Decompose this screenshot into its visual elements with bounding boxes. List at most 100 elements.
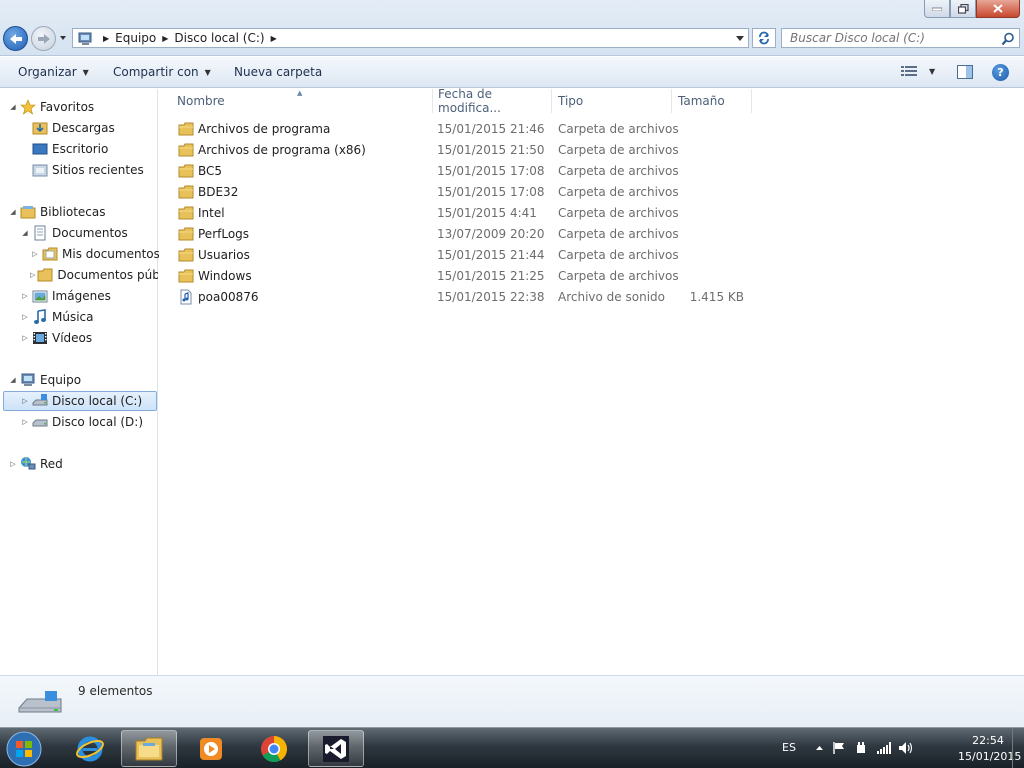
file-name: PerfLogs — [198, 227, 250, 241]
expand-icon[interactable]: ▷ — [20, 292, 30, 300]
breadcrumb-disco-local-c[interactable]: Disco local (C:) — [170, 29, 268, 47]
nav-drive-d[interactable]: ▷ Disco local (D:) — [20, 412, 143, 432]
address-bar[interactable]: ▶ Equipo ▶ Disco local (C:) ▶ — [72, 28, 749, 48]
organize-label: Organizar — [18, 65, 77, 79]
language-indicator[interactable]: ES — [782, 741, 796, 754]
nav-label: Sitios recientes — [52, 163, 144, 177]
command-bar: Organizar ▼ Compartir con ▼ Nueva carpet… — [0, 57, 1024, 88]
nav-pictures[interactable]: ▷ Imágenes — [20, 286, 111, 306]
close-button[interactable] — [976, 0, 1020, 18]
caret-down-icon: ▼ — [204, 67, 211, 77]
recent-pages-chevron-icon[interactable] — [58, 33, 68, 43]
search-icon[interactable] — [1001, 32, 1015, 46]
expand-icon[interactable]: ▷ — [8, 460, 18, 468]
collapse-icon[interactable]: ◢ — [20, 229, 30, 237]
action-center-flag-icon[interactable] — [832, 741, 846, 755]
share-with-button[interactable]: Compartir con ▼ — [113, 65, 211, 79]
nav-downloads[interactable]: Descargas — [20, 118, 115, 138]
nav-documents[interactable]: ◢ Documentos — [20, 223, 128, 243]
title-bar: ▶ Equipo ▶ Disco local (C:) ▶ — [0, 0, 1024, 56]
file-type: Carpeta de archivos — [558, 269, 679, 283]
taskbar-media-player[interactable] — [183, 730, 239, 767]
nav-favorites[interactable]: ◢ Favoritos — [8, 97, 94, 117]
nav-desktop[interactable]: Escritorio — [20, 139, 108, 159]
file-type: Carpeta de archivos — [558, 164, 679, 178]
nav-my-documents[interactable]: ▷ Mis documentos — [30, 244, 160, 264]
forward-button[interactable] — [31, 26, 56, 51]
file-row[interactable]: PerfLogs 13/07/2009 20:20 Carpeta de archi… — [159, 224, 759, 245]
column-header-size[interactable]: Tamaño — [672, 89, 752, 113]
column-header-date[interactable]: Fecha de modifica... — [432, 87, 552, 115]
search-box[interactable] — [781, 28, 1020, 48]
maximize-button[interactable] — [950, 0, 976, 18]
taskbar-internet-explorer[interactable] — [62, 730, 118, 767]
nav-network[interactable]: ▷ Red — [8, 454, 63, 474]
collapse-icon[interactable]: ◢ — [8, 376, 18, 384]
taskbar-visual-studio[interactable] — [308, 730, 364, 767]
file-row[interactable]: Usuarios 15/01/2015 21:44 Carpeta de archi… — [159, 245, 759, 266]
expand-icon[interactable]: ▷ — [20, 313, 30, 321]
organize-button[interactable]: Organizar ▼ — [18, 65, 89, 79]
breadcrumb-separator-icon[interactable]: ▶ — [160, 34, 170, 43]
search-input[interactable] — [790, 31, 990, 45]
taskbar-chrome[interactable] — [246, 730, 302, 767]
file-row[interactable]: Windows 15/01/2015 21:25 Carpeta de archiv… — [159, 266, 759, 287]
signal-strength-icon[interactable] — [876, 741, 892, 755]
taskbar-file-explorer[interactable] — [121, 730, 177, 767]
nav-label: Disco local (C:) — [52, 394, 143, 408]
file-name: Intel — [198, 206, 225, 220]
new-folder-button[interactable]: Nueva carpeta — [234, 65, 322, 79]
help-button[interactable]: ? — [992, 64, 1009, 81]
clock-time[interactable]: 22:54 — [958, 734, 1018, 747]
details-pane: 9 elementos — [0, 675, 1024, 727]
show-desktop-button[interactable] — [1012, 728, 1024, 768]
back-button[interactable] — [3, 26, 28, 51]
column-headers: ▲ Nombre Fecha de modifica... Tipo Tamañ… — [159, 87, 1024, 115]
file-row[interactable]: Intel 15/01/2015 4:41 Carpeta de archivos — [159, 203, 759, 224]
item-count: 9 elementos — [78, 684, 153, 698]
power-plug-icon[interactable] — [854, 741, 868, 755]
column-header-type[interactable]: Tipo — [552, 89, 672, 113]
file-row[interactable]: Archivos de programa 15/01/2015 21:46 Carp… — [159, 119, 759, 140]
breadcrumb-separator-icon[interactable]: ▶ — [269, 34, 279, 43]
column-header-name[interactable]: Nombre — [171, 89, 433, 113]
nav-recent-places[interactable]: Sitios recientes — [20, 160, 144, 180]
minimize-button[interactable] — [924, 0, 950, 18]
collapse-icon[interactable]: ◢ — [8, 103, 18, 111]
nav-drive-c[interactable]: ▷ Disco local (C:) — [3, 391, 157, 411]
clock-date[interactable]: 15/01/2015 — [958, 750, 1021, 763]
volume-speaker-icon[interactable] — [898, 741, 914, 755]
nav-music[interactable]: ▷ Música — [20, 307, 94, 327]
preview-pane-icon[interactable] — [957, 65, 973, 79]
nav-public-documents[interactable]: ▷ Documentos públicos — [30, 265, 158, 285]
collapse-icon[interactable]: ◢ — [8, 208, 18, 216]
libraries-icon — [20, 206, 36, 219]
breadcrumb-equipo[interactable]: Equipo — [111, 29, 160, 47]
refresh-button[interactable] — [752, 28, 776, 48]
windows-logo-icon — [6, 731, 42, 767]
breadcrumb-separator-icon[interactable]: ▶ — [101, 34, 111, 43]
file-row[interactable]: poa00876 15/01/2015 22:38 Archivo de sonid… — [159, 287, 759, 308]
show-hidden-icons-icon[interactable] — [815, 745, 824, 751]
file-row[interactable]: BC5 15/01/2015 17:08 Carpeta de archivos — [159, 161, 759, 182]
nav-libraries[interactable]: ◢ Bibliotecas — [8, 202, 105, 222]
nav-label: Descargas — [52, 121, 115, 135]
refresh-icon — [759, 31, 769, 45]
file-name: Archivos de programa — [198, 122, 331, 136]
file-row[interactable]: BDE32 15/01/2015 17:08 Carpeta de archivos — [159, 182, 759, 203]
change-view-button[interactable]: ▼ — [901, 65, 935, 77]
start-button[interactable] — [4, 730, 48, 768]
file-row[interactable]: Archivos de programa (x86) 15/01/2015 21:… — [159, 140, 759, 161]
file-type: Carpeta de archivos — [558, 122, 679, 136]
nav-computer[interactable]: ◢ Equipo — [8, 370, 81, 390]
nav-videos[interactable]: ▷ Vídeos — [20, 328, 92, 348]
documents-icon — [34, 225, 46, 241]
file-name: Archivos de programa (x86) — [198, 143, 366, 157]
nav-label: Bibliotecas — [40, 205, 106, 219]
expand-icon[interactable]: ▷ — [20, 334, 30, 342]
chevron-down-icon[interactable] — [735, 35, 745, 43]
expand-icon[interactable]: ▷ — [30, 271, 35, 279]
expand-icon[interactable]: ▷ — [30, 250, 40, 258]
expand-icon[interactable]: ▷ — [20, 397, 30, 405]
expand-icon[interactable]: ▷ — [20, 418, 30, 426]
